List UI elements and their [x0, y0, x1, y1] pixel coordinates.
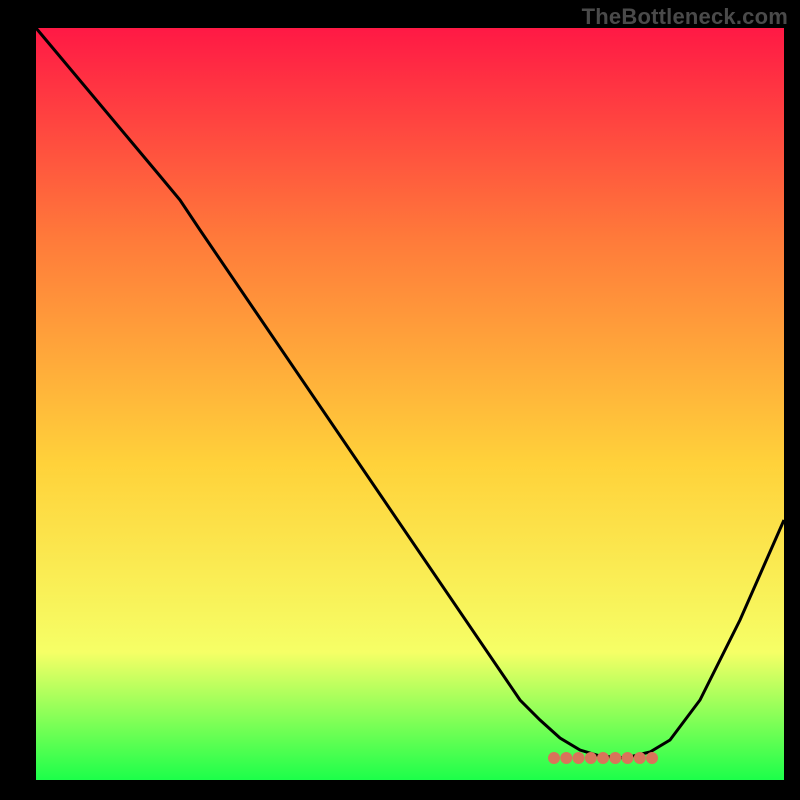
- bottleneck-chart: [0, 0, 800, 800]
- chart-stage: TheBottleneck.com: [0, 0, 800, 800]
- marker-dot: [597, 752, 609, 764]
- marker-dot: [622, 752, 634, 764]
- watermark-label: TheBottleneck.com: [582, 4, 788, 30]
- marker-dot: [560, 752, 572, 764]
- marker-dot: [585, 752, 597, 764]
- marker-dot: [573, 752, 585, 764]
- plot-area: [36, 28, 784, 780]
- marker-dot: [609, 752, 621, 764]
- marker-dot: [646, 752, 658, 764]
- marker-dot: [548, 752, 560, 764]
- marker-dot: [634, 752, 646, 764]
- marker-cluster: [548, 752, 658, 764]
